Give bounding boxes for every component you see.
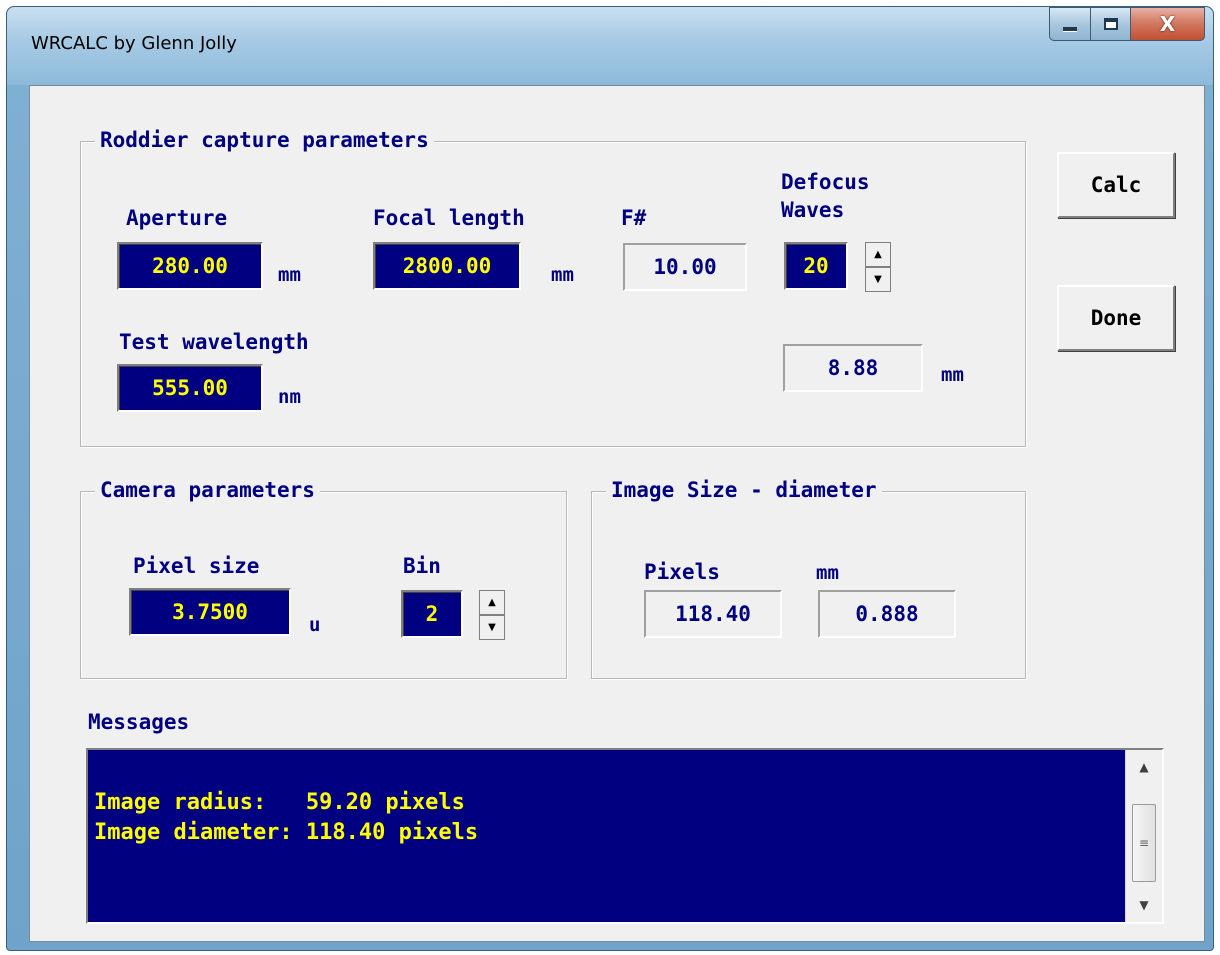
app-window: WRCALC by Glenn Jolly X Roddier capture … — [6, 6, 1214, 951]
roddier-group: Roddier capture parameters Aperture 280.… — [80, 128, 1026, 447]
close-button[interactable]: X — [1131, 7, 1205, 41]
scroll-thumb[interactable]: ≡ — [1132, 804, 1156, 882]
aperture-unit: mm — [278, 264, 301, 286]
bin-spinner: ▲ ▼ — [479, 590, 505, 640]
defocus-mm-output: 8.88 — [783, 344, 923, 392]
spin-down-icon[interactable]: ▼ — [865, 267, 891, 292]
test-wavelength-unit: nm — [278, 386, 301, 408]
minimize-icon — [1063, 27, 1077, 31]
close-icon: X — [1159, 12, 1176, 36]
message-line: Image diameter: 118.40 pixels — [94, 820, 479, 845]
waves-label: Waves — [781, 198, 845, 222]
window-title: WRCALC by Glenn Jolly — [31, 33, 237, 54]
fnumber-output: 10.00 — [623, 243, 747, 291]
test-wavelength-input[interactable]: 555.00 — [117, 364, 263, 412]
calc-button[interactable]: Calc — [1057, 152, 1175, 218]
message-line: Image radius: 59.20 pixels — [94, 790, 465, 815]
spin-down-icon[interactable]: ▼ — [479, 615, 505, 640]
camera-group: Camera parameters Pixel size 3.7500 u Bi… — [80, 478, 567, 679]
defocus-waves-spinner: ▲ ▼ — [865, 242, 891, 292]
messages-scrollbar[interactable]: ▲ ≡ ▼ — [1125, 750, 1162, 922]
pixels-label: Pixels — [644, 560, 720, 584]
pixel-size-label: Pixel size — [133, 554, 260, 578]
spin-up-icon[interactable]: ▲ — [865, 242, 891, 267]
messages-label: Messages — [88, 710, 190, 734]
title-bar[interactable]: WRCALC by Glenn Jolly X — [7, 7, 1213, 85]
caption-buttons: X — [1049, 7, 1205, 43]
aperture-input[interactable]: 280.00 — [117, 242, 263, 290]
focal-length-input[interactable]: 2800.00 — [373, 242, 521, 290]
defocus-label: Defocus — [781, 170, 870, 194]
aperture-label: Aperture — [126, 206, 228, 230]
camera-group-label: Camera parameters — [95, 478, 320, 502]
dialog-client-area: Roddier capture parameters Aperture 280.… — [29, 85, 1205, 942]
pixels-output: 118.40 — [644, 590, 782, 638]
bin-input[interactable]: 2 — [401, 590, 463, 638]
defocus-mm-unit: mm — [941, 364, 964, 386]
image-size-group-label: Image Size - diameter — [606, 478, 882, 502]
focal-length-label: Focal length — [373, 206, 525, 230]
scroll-down-icon[interactable]: ▼ — [1126, 890, 1162, 920]
spin-up-icon[interactable]: ▲ — [479, 590, 505, 615]
pixel-size-unit: u — [309, 614, 321, 636]
messages-box[interactable]: Image radius: 59.20 pixels Image diameter… — [86, 748, 1164, 924]
mm-output: 0.888 — [818, 590, 956, 638]
fnumber-label: F# — [621, 206, 647, 230]
bin-label: Bin — [403, 554, 441, 578]
mm-label: mm — [816, 562, 839, 584]
done-button[interactable]: Done — [1057, 285, 1175, 351]
test-wavelength-label: Test wavelength — [119, 330, 309, 354]
pixel-size-input[interactable]: 3.7500 — [129, 588, 291, 636]
image-size-group: Image Size - diameter Pixels 118.40 mm 0… — [591, 478, 1026, 679]
roddier-group-label: Roddier capture parameters — [95, 128, 434, 152]
messages-text: Image radius: 59.20 pixels Image diameter… — [94, 788, 478, 848]
focal-length-unit: mm — [551, 264, 574, 286]
defocus-waves-input[interactable]: 20 — [784, 242, 848, 290]
maximize-button[interactable] — [1091, 7, 1131, 41]
minimize-button[interactable] — [1049, 7, 1091, 41]
scroll-up-icon[interactable]: ▲ — [1126, 752, 1162, 782]
maximize-icon — [1103, 18, 1118, 30]
